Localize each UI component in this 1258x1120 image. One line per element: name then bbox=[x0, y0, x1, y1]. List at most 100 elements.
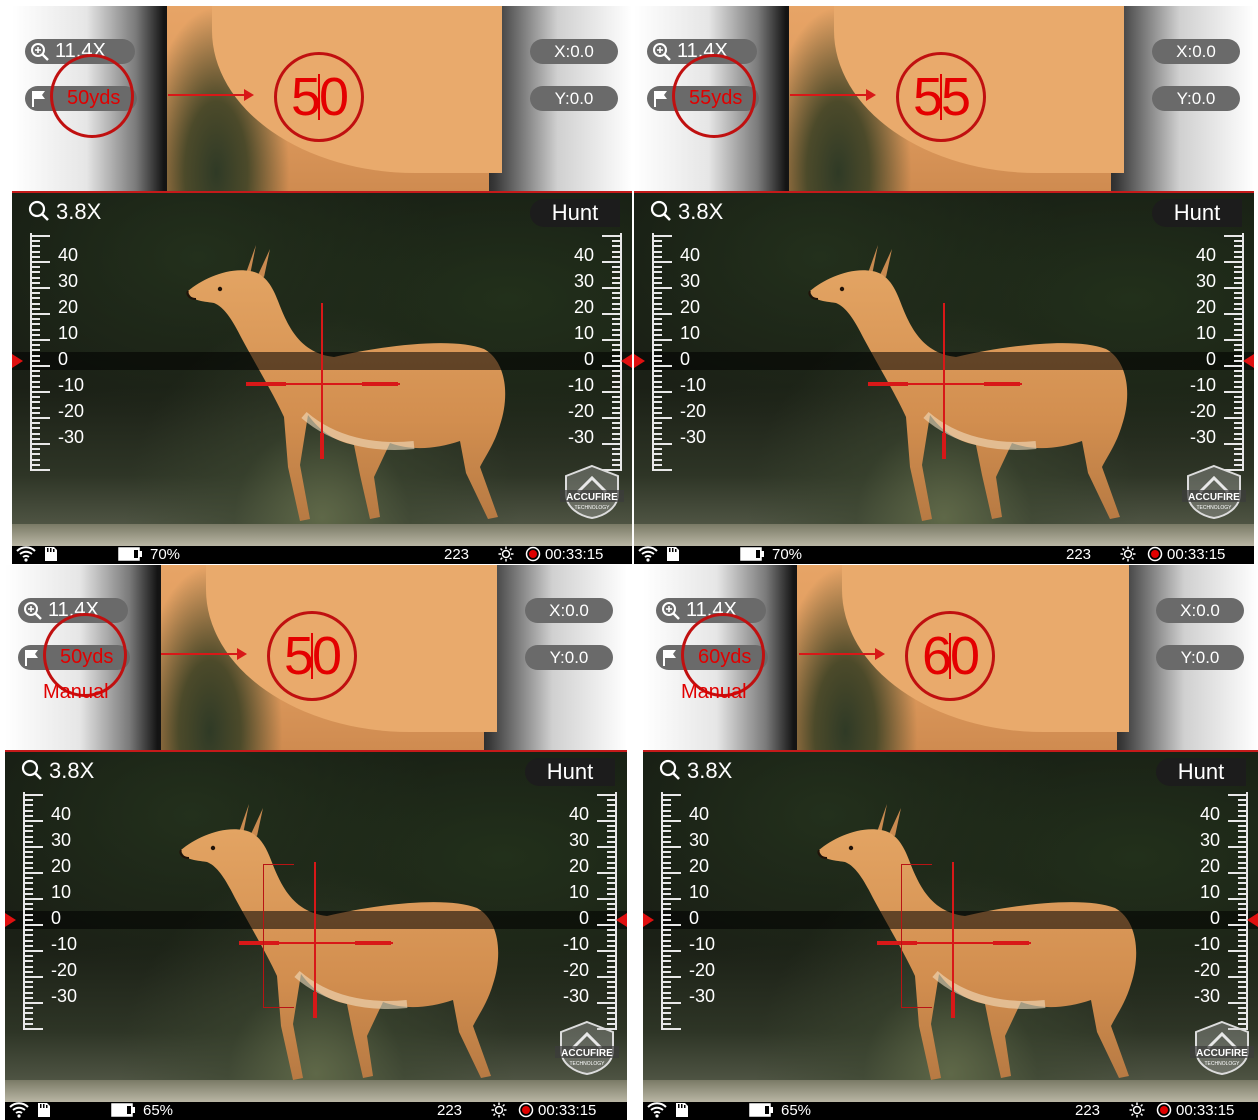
scale-tick bbox=[1234, 422, 1244, 425]
scale-tick bbox=[607, 965, 617, 968]
sd-card-icon bbox=[667, 547, 679, 561]
scale-tick bbox=[1234, 302, 1244, 305]
zoom-in-icon bbox=[662, 602, 680, 620]
range-highlight-ring bbox=[50, 54, 134, 138]
scale-tick bbox=[1234, 255, 1244, 258]
scale-tick bbox=[661, 1002, 681, 1004]
scale-tick bbox=[1238, 908, 1248, 911]
scale-tick bbox=[1234, 437, 1244, 440]
scale-tick bbox=[23, 918, 33, 921]
scale-tick bbox=[607, 908, 617, 911]
scale-tick bbox=[1238, 799, 1248, 802]
scale-tick bbox=[1228, 898, 1248, 900]
scale-tick bbox=[652, 365, 672, 367]
scale-tick bbox=[23, 882, 33, 885]
zoom-in-icon bbox=[653, 43, 671, 61]
scale-tick bbox=[612, 245, 622, 248]
scale-tick bbox=[23, 924, 43, 926]
status-bar: 65% 223 00:33:15 bbox=[5, 1102, 627, 1120]
scale-tick bbox=[1238, 996, 1248, 999]
scale-tick bbox=[30, 448, 40, 451]
scale-tick bbox=[661, 835, 671, 838]
scope-screen-2: 11.4X 55yds 55 X:0.0 Y:0.0 3.8X Hunt 40 … bbox=[634, 6, 1254, 564]
scale-tick bbox=[612, 370, 622, 373]
mode-badge[interactable]: Hunt bbox=[1156, 758, 1246, 786]
scale-tick bbox=[1238, 1012, 1248, 1015]
scale-tick bbox=[652, 401, 662, 404]
scale-tick bbox=[1234, 344, 1244, 347]
scale-tick bbox=[1234, 292, 1244, 295]
scale-label: 30 bbox=[51, 830, 72, 850]
scale-tick bbox=[23, 986, 33, 989]
y-offset-pill: Y:0.0 bbox=[1156, 645, 1244, 670]
scale-tick bbox=[23, 929, 33, 932]
reticle-bottom-bar bbox=[320, 433, 324, 459]
scale-tick bbox=[1228, 976, 1248, 978]
scale-tick bbox=[1234, 240, 1244, 243]
scale-label: 40 bbox=[689, 804, 710, 824]
scale-tick bbox=[652, 375, 662, 378]
scale-tick bbox=[652, 328, 662, 331]
scale-tick bbox=[597, 846, 617, 848]
scale-tick bbox=[607, 970, 617, 973]
mode-badge[interactable]: Hunt bbox=[530, 199, 620, 227]
scale-label: -30 bbox=[51, 986, 78, 1006]
scale-tick bbox=[1234, 323, 1244, 326]
pointer-arrow-head bbox=[875, 648, 885, 660]
record-icon bbox=[1156, 1102, 1172, 1118]
range-highlight-ring bbox=[672, 54, 756, 138]
scale-tick bbox=[1238, 814, 1248, 817]
scale-tick bbox=[30, 297, 40, 300]
scale-label: -20 bbox=[689, 960, 716, 980]
scale-tick bbox=[23, 830, 33, 833]
scale-label: 30 bbox=[573, 271, 594, 291]
mode-badge[interactable]: Hunt bbox=[1152, 199, 1242, 227]
scale-tick bbox=[661, 991, 671, 994]
y-offset-pill: Y:0.0 bbox=[530, 86, 618, 111]
scale-tick bbox=[23, 1022, 33, 1025]
scale-label: 10 bbox=[1195, 323, 1216, 343]
scale-label: -30 bbox=[1189, 427, 1216, 447]
scale-tick bbox=[661, 960, 671, 963]
scale-tick bbox=[1238, 882, 1248, 885]
scale-tick bbox=[652, 302, 662, 305]
scale-tick bbox=[652, 250, 662, 253]
battery-percent: 65% bbox=[781, 1102, 812, 1119]
scale-tick bbox=[652, 255, 662, 258]
scale-tick bbox=[23, 898, 43, 900]
y-offset-pill: Y:0.0 bbox=[1152, 86, 1240, 111]
scale-label: 40 bbox=[680, 245, 701, 265]
zoom-inset: 11.4X 50yds Manual 50 X:0.0 Y:0.0 bbox=[5, 565, 627, 750]
scale-label: -10 bbox=[1189, 375, 1216, 395]
scale-tick bbox=[1238, 991, 1248, 994]
scale-tick bbox=[652, 411, 662, 414]
scale-label: 40 bbox=[568, 804, 589, 824]
scale-tick bbox=[1238, 835, 1248, 838]
scale-tick bbox=[612, 344, 622, 347]
main-view: 3.8X Hunt 40 30 20 10 0 -10 -20 -30 40 30 20 10 0 -1… bbox=[634, 193, 1254, 546]
accufire-logo: ACCUFIRE TECHNOLOGY bbox=[1190, 1020, 1254, 1076]
scale-tick bbox=[23, 903, 33, 906]
scale-tick bbox=[30, 261, 50, 263]
reticle-bottom-bar bbox=[313, 992, 317, 1018]
scale-tick bbox=[1234, 250, 1244, 253]
scale-tick bbox=[661, 809, 671, 812]
scale-tick bbox=[597, 898, 617, 900]
scale-tick bbox=[661, 924, 681, 926]
scale-label: -20 bbox=[1193, 960, 1220, 980]
scale-tick bbox=[1238, 825, 1248, 828]
scale-tick bbox=[661, 799, 671, 802]
scale-tick bbox=[661, 1022, 671, 1025]
scale-tick bbox=[602, 313, 622, 315]
mode-badge[interactable]: Hunt bbox=[525, 758, 615, 786]
scale-tick bbox=[612, 458, 622, 461]
search-icon bbox=[21, 759, 42, 780]
scale-tick bbox=[1238, 970, 1248, 973]
scale-tick bbox=[30, 427, 40, 430]
scale-tick bbox=[1234, 458, 1244, 461]
scale-tick bbox=[652, 432, 662, 435]
scale-tick bbox=[661, 872, 681, 874]
scale-tick bbox=[30, 463, 40, 466]
scale-tick bbox=[23, 944, 33, 947]
scale-tick bbox=[661, 908, 671, 911]
